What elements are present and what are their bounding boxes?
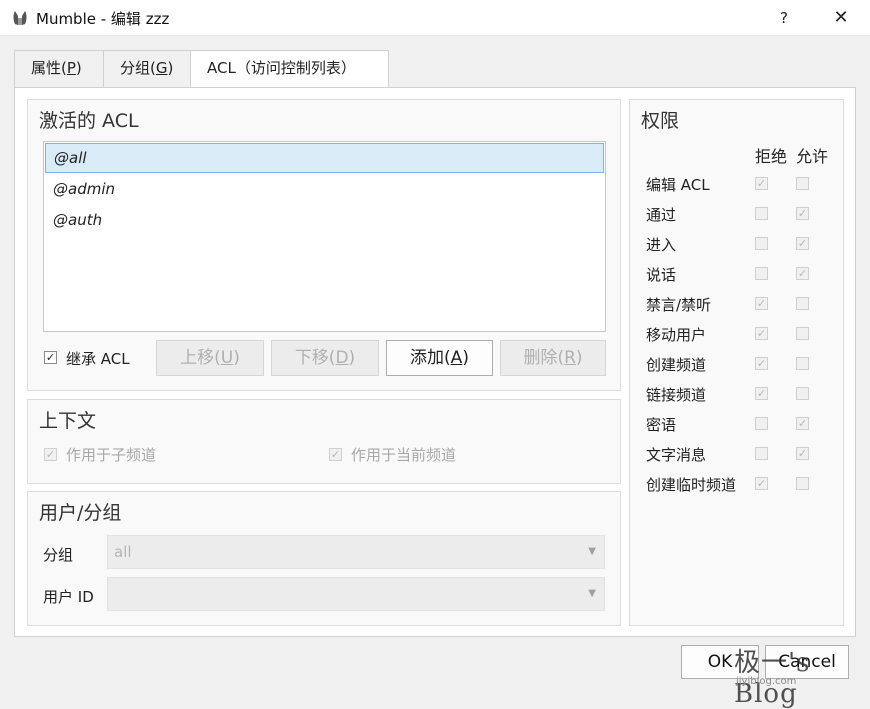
apply-current-checkbox[interactable]: ✓ (329, 448, 342, 461)
allow-checkbox[interactable] (796, 357, 809, 370)
allow-checkbox[interactable]: ✓ (796, 417, 809, 430)
allow-checkbox[interactable] (796, 327, 809, 340)
deny-checkbox[interactable]: ✓ (755, 177, 768, 190)
context-group: 上下文 ✓ 作用于子频道 ✓ 作用于当前频道 (27, 399, 621, 484)
tab-groups[interactable]: 分组(G) (103, 50, 191, 87)
remove-label: 删除( (523, 348, 565, 368)
permission-label: 文字消息 (646, 446, 707, 464)
allow-checkbox[interactable] (796, 477, 809, 490)
list-item[interactable]: @admin (45, 174, 604, 204)
move-down-button[interactable]: 下移(D) (271, 340, 379, 376)
tab-groups-mnemonic: G (155, 59, 168, 77)
deny-checkbox[interactable]: ✓ (755, 357, 768, 370)
help-button[interactable]: ? (772, 6, 796, 30)
add-button[interactable]: 添加(A) (386, 340, 493, 376)
deny-checkbox[interactable]: ✓ (755, 327, 768, 340)
deny-checkbox[interactable] (755, 447, 768, 460)
deny-checkbox[interactable]: ✓ (755, 387, 768, 400)
chevron-down-icon: ▼ (588, 588, 596, 599)
move-up-suffix: ) (233, 348, 240, 368)
deny-checkbox[interactable] (755, 207, 768, 220)
tab-acl-label: ACL（访问控制列表） (207, 59, 356, 77)
add-label: 添加( (410, 348, 451, 368)
permission-label: 禁言/禁听 (646, 296, 712, 314)
window-title: Mumble - 编辑 zzz (36, 10, 170, 28)
allow-checkbox[interactable]: ✓ (796, 207, 809, 220)
group-select-value: all (114, 543, 132, 561)
move-down-suffix: ) (348, 348, 356, 368)
allow-checkbox[interactable] (796, 387, 809, 400)
title-bar: Mumble - 编辑 zzz ? ✕ (0, 0, 870, 36)
allow-checkbox[interactable] (796, 177, 809, 190)
permission-label: 链接频道 (646, 386, 707, 404)
deny-checkbox[interactable] (755, 237, 768, 250)
permission-label: 说话 (646, 266, 677, 284)
tab-properties-suffix: ) (75, 59, 82, 77)
tab-acl[interactable]: ACL（访问控制列表） (190, 50, 389, 89)
tab-properties-mnemonic: P (66, 59, 76, 77)
group-select[interactable]: all ▼ (107, 535, 605, 569)
move-down-mnemonic: D (335, 348, 349, 368)
active-acl-group: 激活的 ACL @all @admin @auth ✓ 继承 ACL 上移(U)… (27, 99, 621, 391)
deny-checkbox[interactable] (755, 417, 768, 430)
permissions-group: 权限 拒绝 允许 编辑 ACL ✓ 通过 ✓ 进入 ✓ 说话 ✓ 禁言/禁听 ✓ 移动用户 ✓ 创建频道… (629, 99, 844, 626)
active-acl-title: 激活的 ACL (39, 110, 139, 132)
tab-properties[interactable]: 属性(P) (14, 50, 105, 87)
permission-label: 创建临时频道 (646, 476, 737, 494)
permission-label: 创建频道 (646, 356, 707, 374)
permission-label: 移动用户 (646, 326, 707, 344)
allow-checkbox[interactable] (796, 297, 809, 310)
permission-label: 进入 (646, 236, 677, 254)
chevron-down-icon: ▼ (588, 546, 596, 557)
remove-button[interactable]: 删除(R) (500, 340, 606, 376)
remove-mnemonic: R (564, 348, 576, 368)
acl-list[interactable]: @all @admin @auth (43, 141, 606, 332)
user-group-group: 用户/分组 分组 all ▼ 用户 ID ▼ (27, 491, 621, 626)
permission-label: 密语 (646, 416, 677, 434)
context-title: 上下文 (39, 410, 97, 432)
tab-groups-label: 分组( (120, 59, 156, 77)
mumble-logo-icon (13, 11, 27, 25)
add-suffix: ) (462, 348, 469, 368)
move-up-label: 上移( (180, 348, 221, 368)
apply-subchannels-label: 作用于子频道 (66, 446, 157, 464)
allow-checkbox[interactable]: ✓ (796, 447, 809, 460)
move-up-mnemonic: U (220, 348, 234, 368)
permission-label: 通过 (646, 206, 677, 224)
close-button[interactable]: ✕ (826, 4, 856, 32)
inherit-acl-checkbox[interactable]: ✓ (44, 351, 57, 364)
move-down-label: 下移( (294, 348, 336, 368)
group-label: 分组 (43, 546, 74, 564)
user-id-select[interactable]: ▼ (107, 577, 605, 611)
tab-groups-suffix: ) (167, 59, 174, 77)
deny-checkbox[interactable]: ✓ (755, 297, 768, 310)
allow-checkbox[interactable]: ✓ (796, 237, 809, 250)
list-item[interactable]: @all (45, 143, 604, 173)
add-mnemonic: A (450, 348, 463, 368)
deny-checkbox[interactable] (755, 267, 768, 280)
permissions-title: 权限 (641, 110, 680, 132)
user-group-title: 用户/分组 (39, 502, 122, 524)
tab-properties-label: 属性( (31, 59, 67, 77)
user-id-label: 用户 ID (43, 588, 94, 606)
list-item[interactable]: @auth (45, 205, 604, 235)
apply-subchannels-checkbox[interactable]: ✓ (44, 448, 57, 461)
allow-checkbox[interactable]: ✓ (796, 267, 809, 280)
acl-panel: 激活的 ACL @all @admin @auth ✓ 继承 ACL 上移(U)… (14, 87, 856, 637)
inherit-acl-label: 继承 ACL (66, 350, 130, 368)
deny-header: 拒绝 (755, 147, 788, 166)
apply-current-label: 作用于当前频道 (351, 446, 457, 464)
watermark-subtext: jiyiblog.com (736, 676, 797, 687)
deny-checkbox[interactable]: ✓ (755, 477, 768, 490)
permission-label: 编辑 ACL (646, 176, 710, 194)
remove-suffix: ) (575, 348, 583, 368)
move-up-button[interactable]: 上移(U) (156, 340, 264, 376)
allow-header: 允许 (796, 147, 829, 166)
